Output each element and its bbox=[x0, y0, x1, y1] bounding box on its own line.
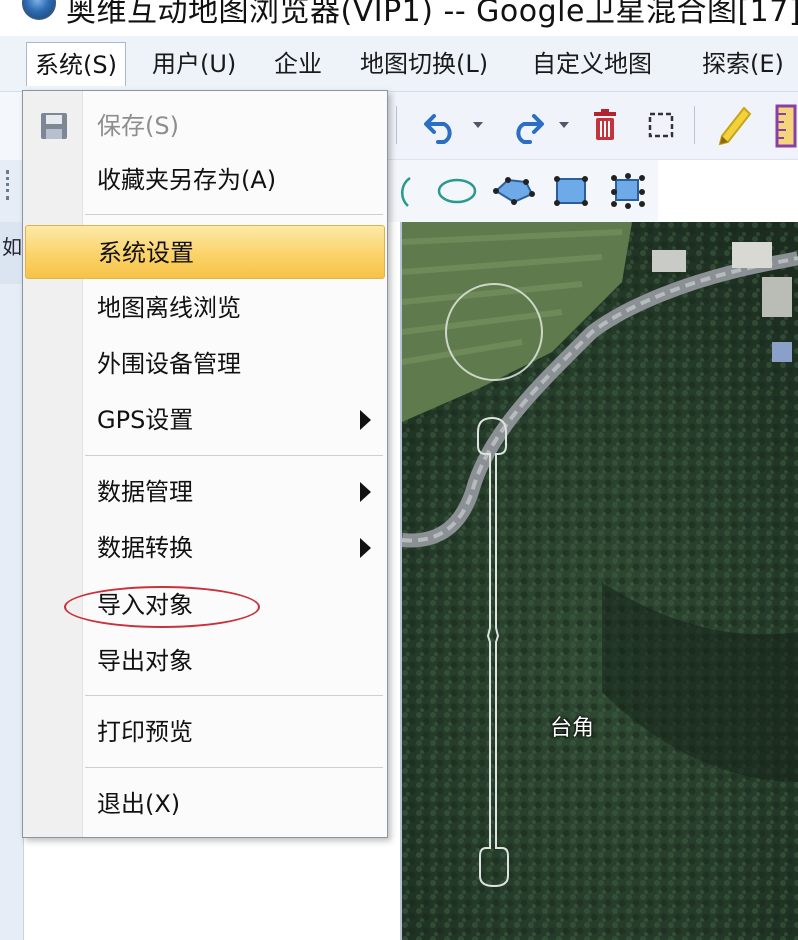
map-place-label: 台角 bbox=[550, 716, 595, 741]
menu-item-peripheral-management[interactable]: 外围设备管理 bbox=[25, 337, 385, 391]
satellite-map[interactable]: 台角 bbox=[402, 222, 798, 940]
menu-item-label: 退出(X) bbox=[97, 790, 181, 818]
ruler-icon[interactable] bbox=[774, 104, 798, 148]
menu-separator bbox=[85, 767, 383, 768]
menu-item-label: 打印预览 bbox=[97, 718, 193, 746]
multi-point-icon[interactable] bbox=[608, 172, 648, 210]
menu-system[interactable]: 系统(S) bbox=[26, 42, 126, 86]
ellipse-icon[interactable] bbox=[436, 176, 478, 206]
menu-separator bbox=[85, 455, 383, 456]
menu-item-label: GPS设置 bbox=[97, 406, 194, 434]
title-bar: 奥维互动地图浏览器(VIP1) -- Google卫星混合图[17] [ bbox=[0, 0, 798, 34]
menu-separator bbox=[85, 214, 383, 215]
menu-item-exit[interactable]: 退出(X) bbox=[25, 777, 385, 831]
toolbar-separator bbox=[396, 106, 397, 144]
menu-item-system-settings[interactable]: 系统设置 bbox=[25, 225, 385, 279]
menu-bar: 系统(S) 用户(U) 企业 地图切换(L) 自定义地图 探索(E) bbox=[0, 36, 798, 92]
toolbar-grip-icon[interactable] bbox=[6, 170, 10, 200]
arc-icon[interactable] bbox=[388, 174, 414, 210]
menu-item-data-conversion[interactable]: 数据转换 bbox=[25, 521, 385, 575]
menu-map-switch[interactable]: 地图切换(L) bbox=[352, 42, 496, 86]
submenu-arrow-icon bbox=[360, 538, 371, 558]
menu-item-label: 保存(S) bbox=[97, 112, 179, 140]
select-rect-icon[interactable] bbox=[646, 110, 676, 140]
map-imagery bbox=[402, 222, 798, 940]
menu-item-label: 导出对象 bbox=[97, 647, 193, 675]
menu-item-offline-browse[interactable]: 地图离线浏览 bbox=[25, 281, 385, 335]
undo-icon[interactable] bbox=[422, 106, 462, 146]
menu-separator bbox=[85, 695, 383, 696]
toolbar-separator bbox=[694, 106, 695, 144]
app-logo-icon bbox=[22, 0, 56, 20]
menu-item-save[interactable]: 保存(S) bbox=[25, 99, 385, 153]
menu-item-print-preview[interactable]: 打印预览 bbox=[25, 705, 385, 759]
menu-item-export-objects[interactable]: 导出对象 bbox=[25, 634, 385, 688]
polygon-icon[interactable] bbox=[492, 174, 536, 208]
menu-item-label: 收藏夹另存为(A) bbox=[97, 166, 277, 194]
undo-dropdown-icon[interactable] bbox=[472, 120, 484, 130]
delete-icon[interactable] bbox=[590, 108, 620, 142]
menu-item-save-favorites-as[interactable]: 收藏夹另存为(A) bbox=[25, 153, 385, 207]
menu-item-label: 数据管理 bbox=[97, 478, 193, 506]
toolbar-main bbox=[384, 92, 798, 160]
pen-icon[interactable] bbox=[714, 104, 754, 148]
toolbar-shapes bbox=[384, 160, 658, 222]
redo-dropdown-icon[interactable] bbox=[558, 120, 570, 130]
menu-item-label: 地图离线浏览 bbox=[97, 294, 241, 322]
menu-custom-map[interactable]: 自定义地图 bbox=[524, 42, 660, 86]
redo-icon[interactable] bbox=[506, 106, 546, 146]
submenu-arrow-icon bbox=[360, 482, 371, 502]
system-menu-dropdown: 保存(S) 收藏夹另存为(A) 系统设置 地图离线浏览 外围设备管理 GPS设置… bbox=[22, 90, 388, 838]
menu-item-label: 系统设置 bbox=[98, 239, 194, 267]
menu-user[interactable]: 用户(U) bbox=[144, 42, 244, 86]
submenu-arrow-icon bbox=[360, 410, 371, 430]
menu-item-label: 数据转换 bbox=[97, 534, 193, 562]
menu-item-label: 外围设备管理 bbox=[97, 350, 241, 378]
menu-enterprise[interactable]: 企业 bbox=[266, 42, 330, 86]
left-panel-tab[interactable]: 如 bbox=[0, 222, 24, 284]
menu-explore[interactable]: 探索(E) bbox=[694, 42, 792, 86]
menu-item-gps-settings[interactable]: GPS设置 bbox=[25, 393, 385, 447]
save-icon bbox=[41, 113, 67, 139]
annotation-ellipse bbox=[64, 586, 260, 628]
menu-item-data-management[interactable]: 数据管理 bbox=[25, 465, 385, 519]
rectangle-icon[interactable] bbox=[552, 174, 590, 208]
window-title: 奥维互动地图浏览器(VIP1) -- Google卫星混合图[17] [ bbox=[66, 0, 798, 29]
